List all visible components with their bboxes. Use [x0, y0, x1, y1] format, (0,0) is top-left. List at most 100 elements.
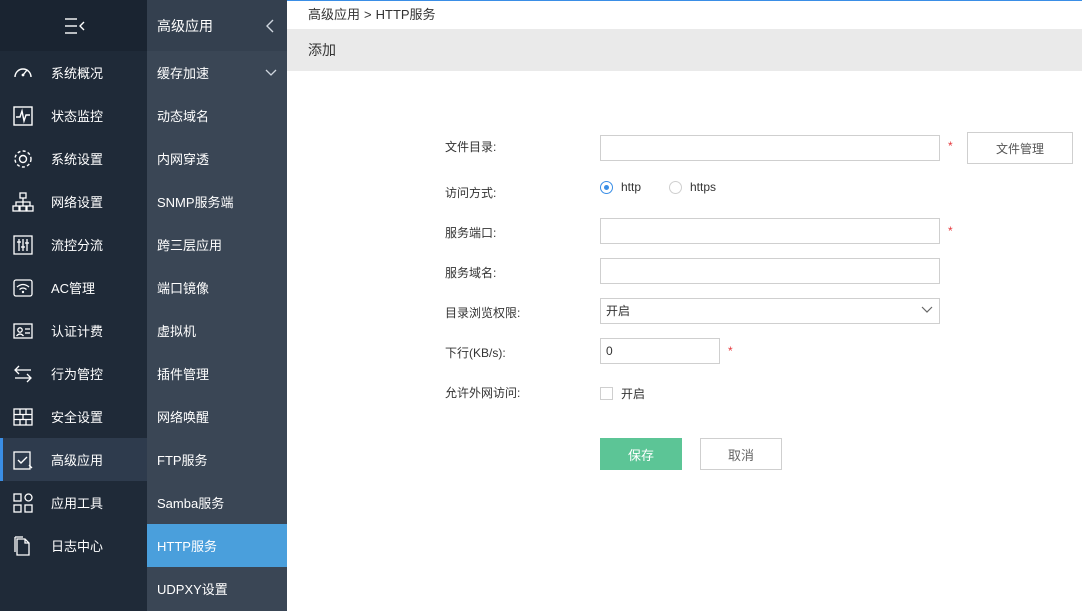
required-mark: *: [948, 224, 953, 238]
wan-checkbox[interactable]: 开启: [600, 385, 645, 402]
sidebar-item-label: 高级应用: [51, 453, 104, 468]
domain-label: 服务域名:: [445, 266, 497, 280]
submenu-item[interactable]: 网络唤醒: [147, 395, 287, 438]
main-content: 高级应用 > HTTP服务 添加 文件目录: * 文件管理 访问方式: http h…: [287, 0, 1082, 611]
firewall-icon: [12, 406, 34, 428]
browse-select[interactable]: 开启: [600, 298, 940, 324]
checklist-icon: [12, 449, 34, 471]
sidebar-item[interactable]: 行为管控: [0, 352, 147, 395]
gear-icon: [12, 148, 34, 170]
submenu-item-label: 动态域名: [157, 109, 210, 124]
sidebar-item-label: 系统设置: [51, 152, 104, 167]
sidebar-item[interactable]: 日志中心: [0, 524, 147, 567]
port-label: 服务端口:: [445, 226, 497, 240]
domain-input[interactable]: [600, 258, 940, 284]
breadcrumb-parent[interactable]: 高级应用: [308, 7, 360, 22]
sidebar-item[interactable]: 网络设置: [0, 180, 147, 223]
breadcrumb-separator: >: [364, 7, 372, 22]
sidebar-item[interactable]: 系统设置: [0, 137, 147, 180]
submenu-item[interactable]: 动态域名: [147, 94, 287, 137]
submenu-item[interactable]: 跨三层应用: [147, 223, 287, 266]
submenu-item[interactable]: 虚拟机: [147, 309, 287, 352]
breadcrumb-current: HTTP服务: [375, 7, 436, 22]
radio-https-label: https: [690, 180, 717, 194]
document-icon: [12, 535, 34, 557]
sidebar-item-label: 应用工具: [51, 496, 104, 511]
chevron-down-icon: [921, 306, 933, 313]
submenu-item[interactable]: Samba服务: [147, 481, 287, 524]
network-icon: [12, 191, 34, 213]
wan-label: 允许外网访问:: [445, 386, 521, 400]
secondary-sidebar-title: 高级应用: [157, 17, 213, 34]
submenu-item[interactable]: FTP服务: [147, 438, 287, 481]
dir-input[interactable]: [600, 135, 940, 161]
submenu-item[interactable]: 内网穿透: [147, 137, 287, 180]
browse-label: 目录浏览权限:: [445, 306, 521, 320]
required-mark: *: [728, 344, 733, 358]
apps-icon: [12, 492, 34, 514]
sidebar-item-label: 认证计费: [51, 324, 104, 339]
id-card-icon: [12, 320, 34, 342]
sidebar-item[interactable]: 高级应用: [0, 438, 147, 481]
downlink-input[interactable]: 0: [600, 338, 720, 364]
sidebar-item[interactable]: 流控分流: [0, 223, 147, 266]
submenu-item[interactable]: 缓存加速: [147, 51, 287, 94]
sidebar-item[interactable]: 系统概况: [0, 51, 147, 94]
submenu-item-label: 跨三层应用: [157, 238, 223, 253]
menu-toggle-button[interactable]: [0, 0, 147, 51]
sidebar-item[interactable]: 应用工具: [0, 481, 147, 524]
save-button[interactable]: 保存: [600, 438, 682, 470]
radio-http[interactable]: http: [600, 180, 641, 194]
primary-sidebar: 系统概况状态监控系统设置网络设置流控分流 AC管理认证计费行为管控安全设置高级应用…: [0, 0, 147, 611]
checkbox-icon: [600, 387, 613, 400]
browse-select-value: 开启: [606, 304, 631, 318]
submenu-item-label: 内网穿透: [157, 152, 210, 167]
sliders-icon: [12, 234, 34, 256]
submenu-item[interactable]: 插件管理: [147, 352, 287, 395]
sidebar-item-label: 系统概况: [51, 66, 104, 81]
port-input[interactable]: [600, 218, 940, 244]
submenu-item[interactable]: UDPXY设置: [147, 567, 287, 610]
submenu-item-label: FTP服务: [157, 453, 208, 468]
downlink-label: 下行(KB/s):: [445, 346, 506, 360]
sidebar-item-label: 行为管控: [51, 367, 104, 382]
radio-unchecked-icon: [669, 180, 682, 194]
submenu-item-label: Samba服务: [157, 496, 225, 511]
sidebar-item[interactable]: 认证计费: [0, 309, 147, 352]
radio-https[interactable]: https: [669, 180, 716, 194]
sidebar-item-label: AC管理: [51, 281, 96, 296]
submenu-item-label: 端口镜像: [157, 281, 210, 296]
radio-http-label: http: [621, 180, 642, 194]
wifi-icon: [12, 277, 34, 299]
breadcrumb: 高级应用 > HTTP服务: [287, 1, 1082, 29]
sidebar-item[interactable]: 状态监控: [0, 94, 147, 137]
sidebar-item-label: 状态监控: [51, 109, 104, 124]
submenu-item[interactable]: SNMP服务端: [147, 180, 287, 223]
chevron-left-icon[interactable]: [265, 19, 275, 33]
required-mark: *: [948, 139, 953, 153]
sidebar-item-label: 流控分流: [51, 238, 104, 253]
submenu-item-label: 虚拟机: [157, 324, 197, 339]
submenu-item-label: 缓存加速: [157, 66, 210, 81]
submenu-item[interactable]: 端口镜像: [147, 266, 287, 309]
submenu-item[interactable]: HTTP服务: [147, 524, 287, 567]
cancel-button[interactable]: 取消: [700, 438, 782, 470]
submenu-item-label: 插件管理: [157, 367, 210, 382]
sidebar-item[interactable]: AC管理: [0, 266, 147, 309]
sidebar-item-label: 日志中心: [51, 539, 104, 554]
submenu-item-label: HTTP服务: [157, 539, 217, 554]
sidebar-item[interactable]: 安全设置: [0, 395, 147, 438]
file-manager-button[interactable]: 文件管理: [967, 132, 1073, 164]
submenu-item-label: UDPXY设置: [157, 582, 228, 597]
wan-checkbox-label: 开启: [621, 387, 646, 401]
secondary-sidebar: 高级应用 缓存加速动态域名内网穿透 SNMP服务端 跨三层应用端口镜像虚拟机插件管理…: [147, 0, 287, 611]
dashboard-icon: [12, 62, 34, 84]
collapse-menu-icon: [64, 17, 84, 34]
submenu-item-label: 网络唤醒: [157, 410, 210, 425]
sidebar-item-label: 安全设置: [51, 410, 104, 425]
arrows-icon: [12, 363, 34, 385]
dir-label: 文件目录:: [445, 140, 497, 154]
submenu-item-label: SNMP服务端: [157, 195, 234, 210]
sidebar-item-label: 网络设置: [51, 195, 104, 210]
access-label: 访问方式:: [445, 186, 497, 200]
